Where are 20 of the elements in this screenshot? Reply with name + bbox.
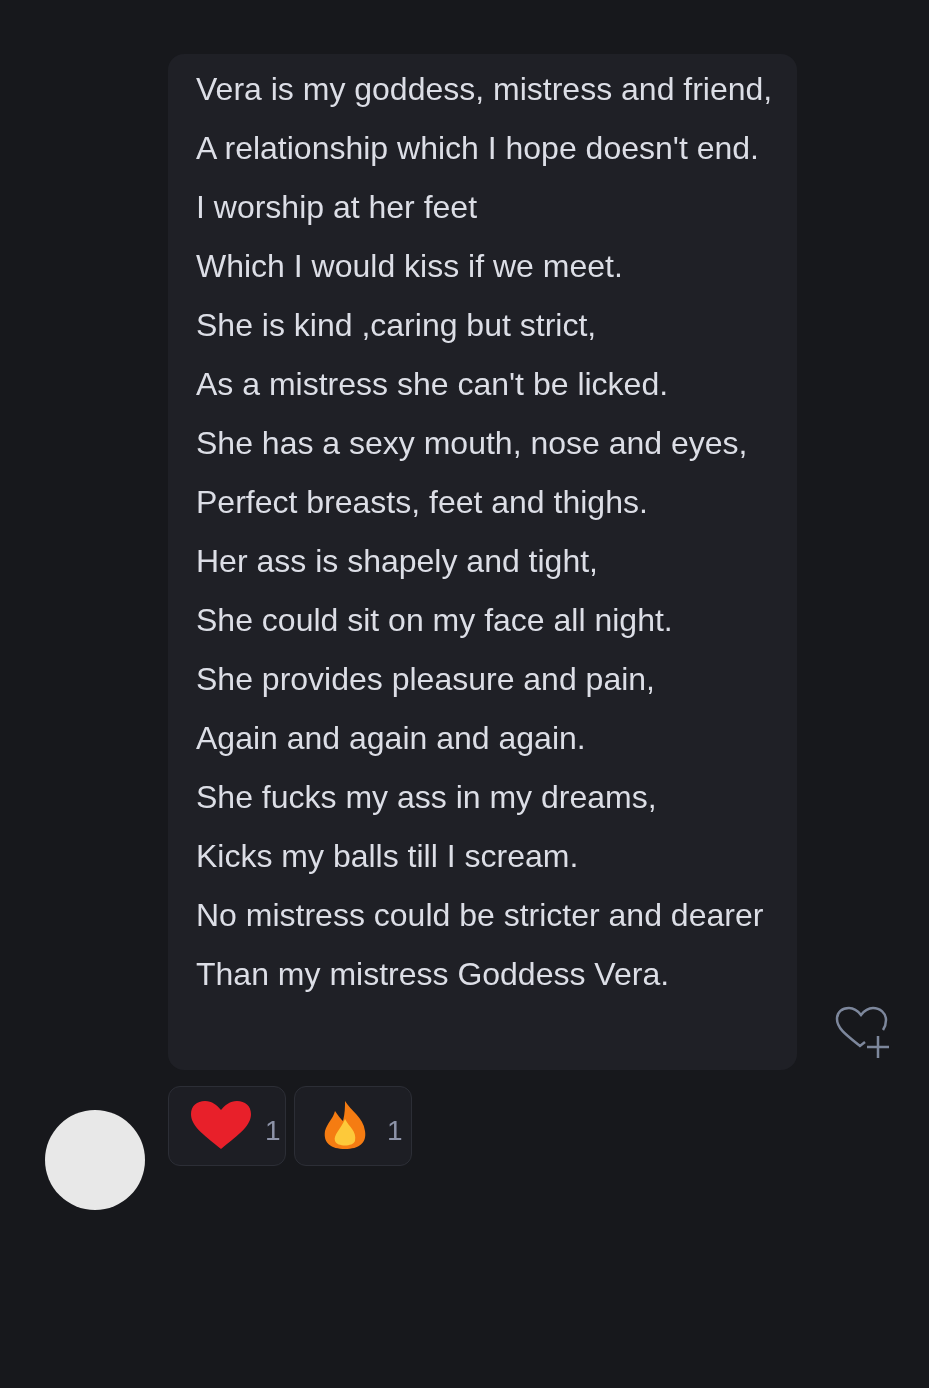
poem-line: Again and again and again. [196, 719, 587, 758]
poem-line: As a mistress she can't be licked. [196, 365, 670, 404]
poem-line: She could sit on my face all night. [196, 601, 674, 640]
add-reaction-heart-icon[interactable] [835, 1006, 891, 1060]
poem-line: Which I would kiss if we meet. [196, 247, 624, 286]
heart-icon [191, 1101, 251, 1149]
poem-line: Her ass is shapely and tight, [196, 542, 599, 581]
poem-line: I worship at her feet [196, 188, 479, 227]
poem-line: She has a sexy mouth, nose and eyes, [196, 424, 749, 463]
poem-line: Perfect breasts, feet and thighs. [196, 483, 649, 522]
poem-line: She is kind ,caring but strict, [196, 306, 598, 345]
poem-line: A relationship which I hope doesn't end. [196, 129, 760, 168]
poem-line: She provides pleasure and pain, [196, 660, 656, 699]
reaction-button[interactable]: 1 [294, 1086, 412, 1166]
poem-line: Than my mistress Goddess Vera. [196, 955, 671, 994]
poem-line: No mistress could be stricter and dearer [196, 896, 765, 935]
reaction-button[interactable]: 1 [168, 1086, 286, 1166]
poem-line: Kicks my balls till I scream. [196, 837, 580, 876]
poem-line: Vera is my goddess, mistress and friend, [196, 70, 774, 109]
poem-line: She fucks my ass in my dreams, [196, 778, 658, 817]
